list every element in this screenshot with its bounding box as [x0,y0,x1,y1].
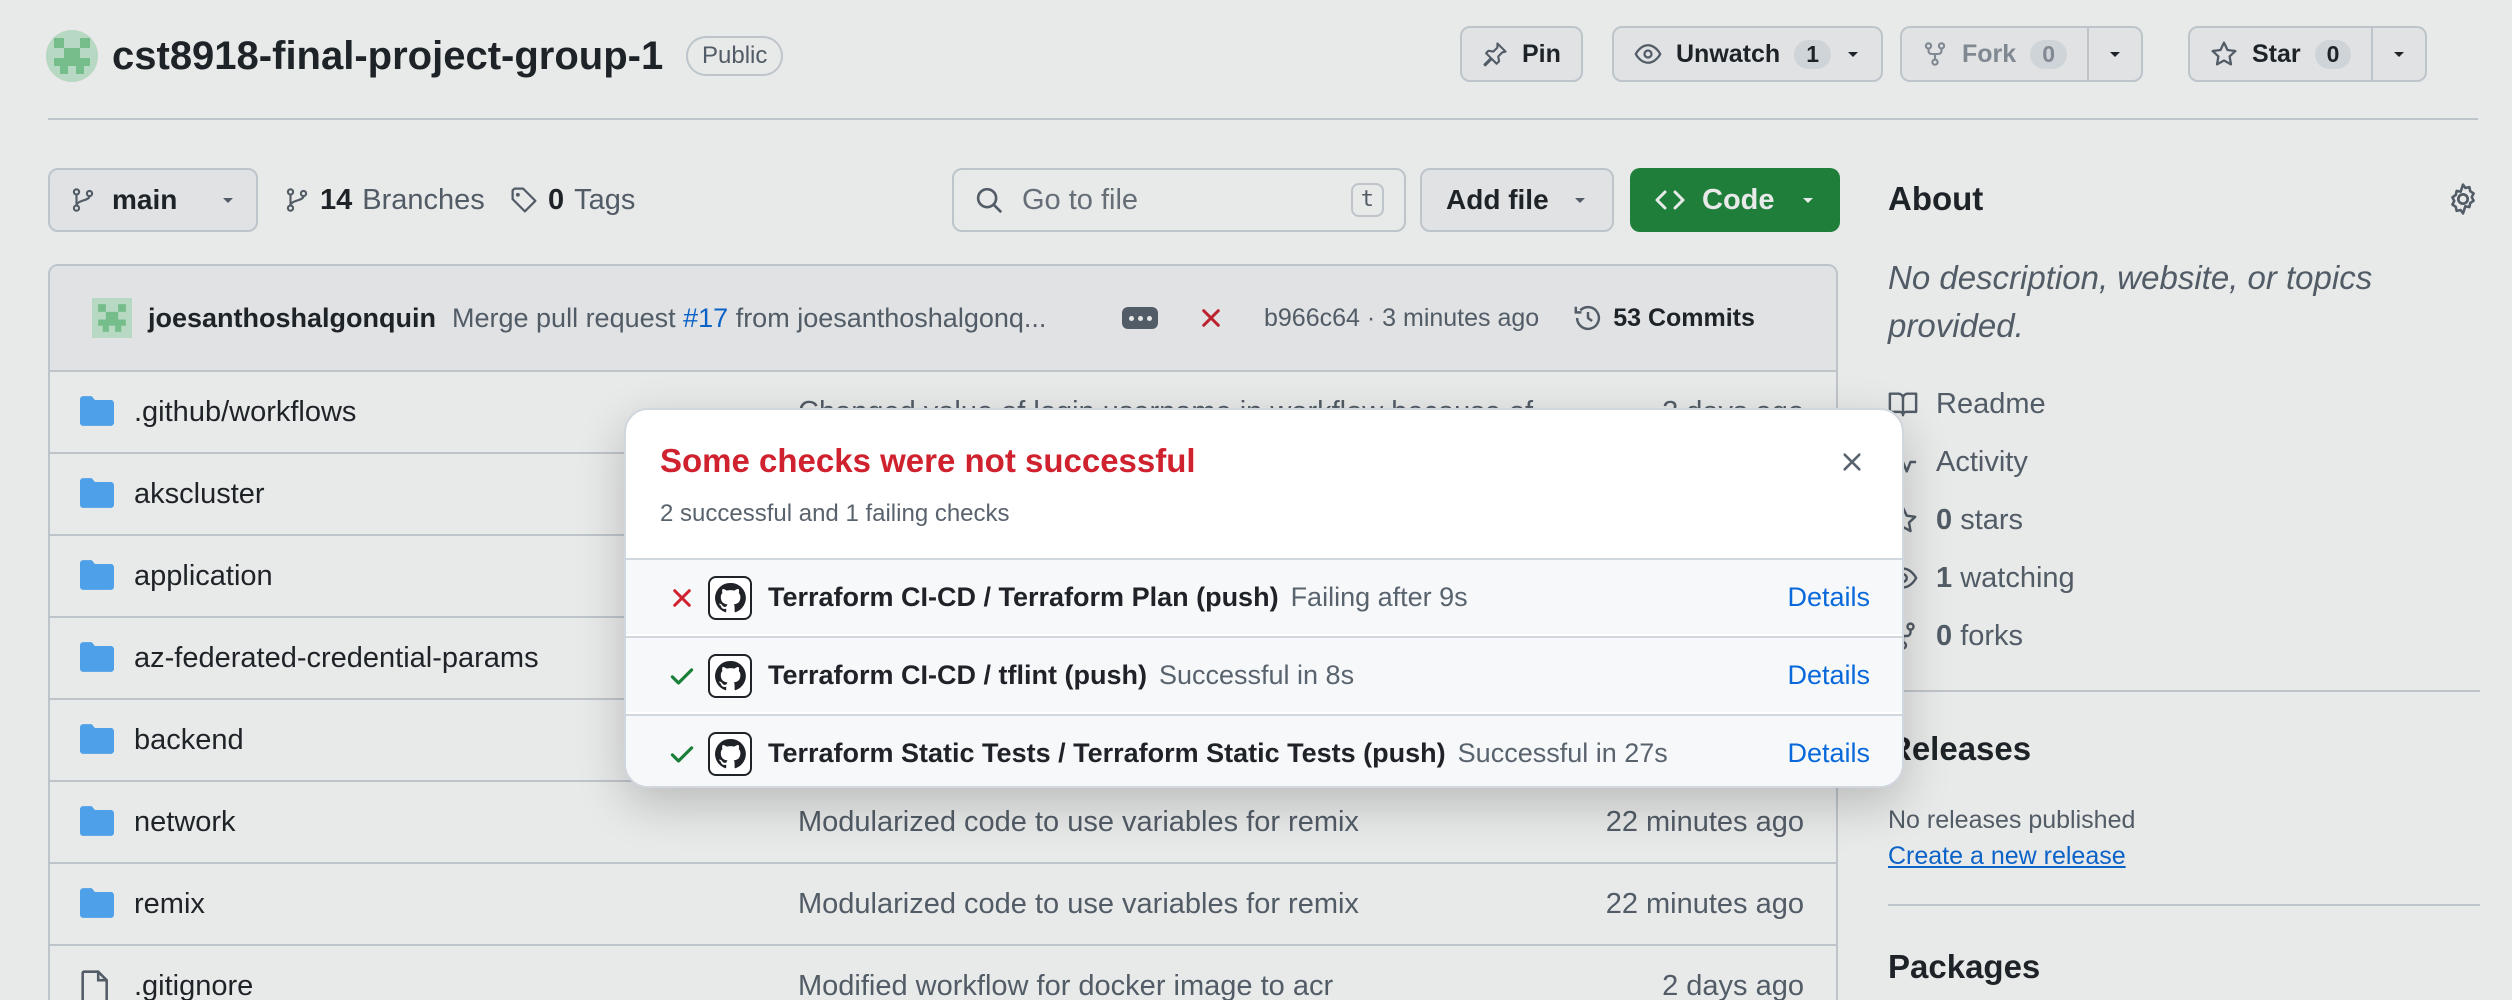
github-logo-icon [708,576,752,620]
details-link[interactable]: Details [1787,660,1870,691]
check-title: Terraform Static Tests / Terraform Stati… [768,737,1446,768]
details-link[interactable]: Details [1787,738,1870,769]
github-logo-icon [708,732,752,776]
details-link[interactable]: Details [1787,582,1870,613]
check-title: Terraform CI-CD / Terraform Plan (push) [768,581,1279,612]
check-mark-icon [666,738,698,770]
check-mark-icon [666,660,698,692]
checks-title: Some checks were not successful [660,442,1196,479]
check-title: Terraform CI-CD / tflint (push) [768,659,1147,690]
checks-summary: 2 successful and 1 failing checks [660,500,1010,527]
checks-popover: Some checks were not successful 2 succes… [624,408,1904,788]
github-logo-icon [708,654,752,698]
check-detail: Failing after 9s [1290,581,1468,612]
check-row[interactable]: Terraform CI-CD / Terraform Plan (push) F… [626,558,1902,634]
check-name: Terraform CI-CD / Terraform Plan (push) F… [768,582,1468,613]
check-detail: Successful in 27s [1457,737,1668,768]
failure-x-icon [666,582,698,614]
check-row[interactable]: Terraform Static Tests / Terraform Stati… [626,714,1902,786]
check-name: Terraform Static Tests / Terraform Stati… [768,738,1668,769]
check-name: Terraform CI-CD / tflint (push) Successfu… [768,660,1354,691]
check-row[interactable]: Terraform CI-CD / tflint (push) Successfu… [626,636,1902,712]
check-detail: Successful in 8s [1158,659,1355,690]
close-icon[interactable] [1832,442,1872,482]
